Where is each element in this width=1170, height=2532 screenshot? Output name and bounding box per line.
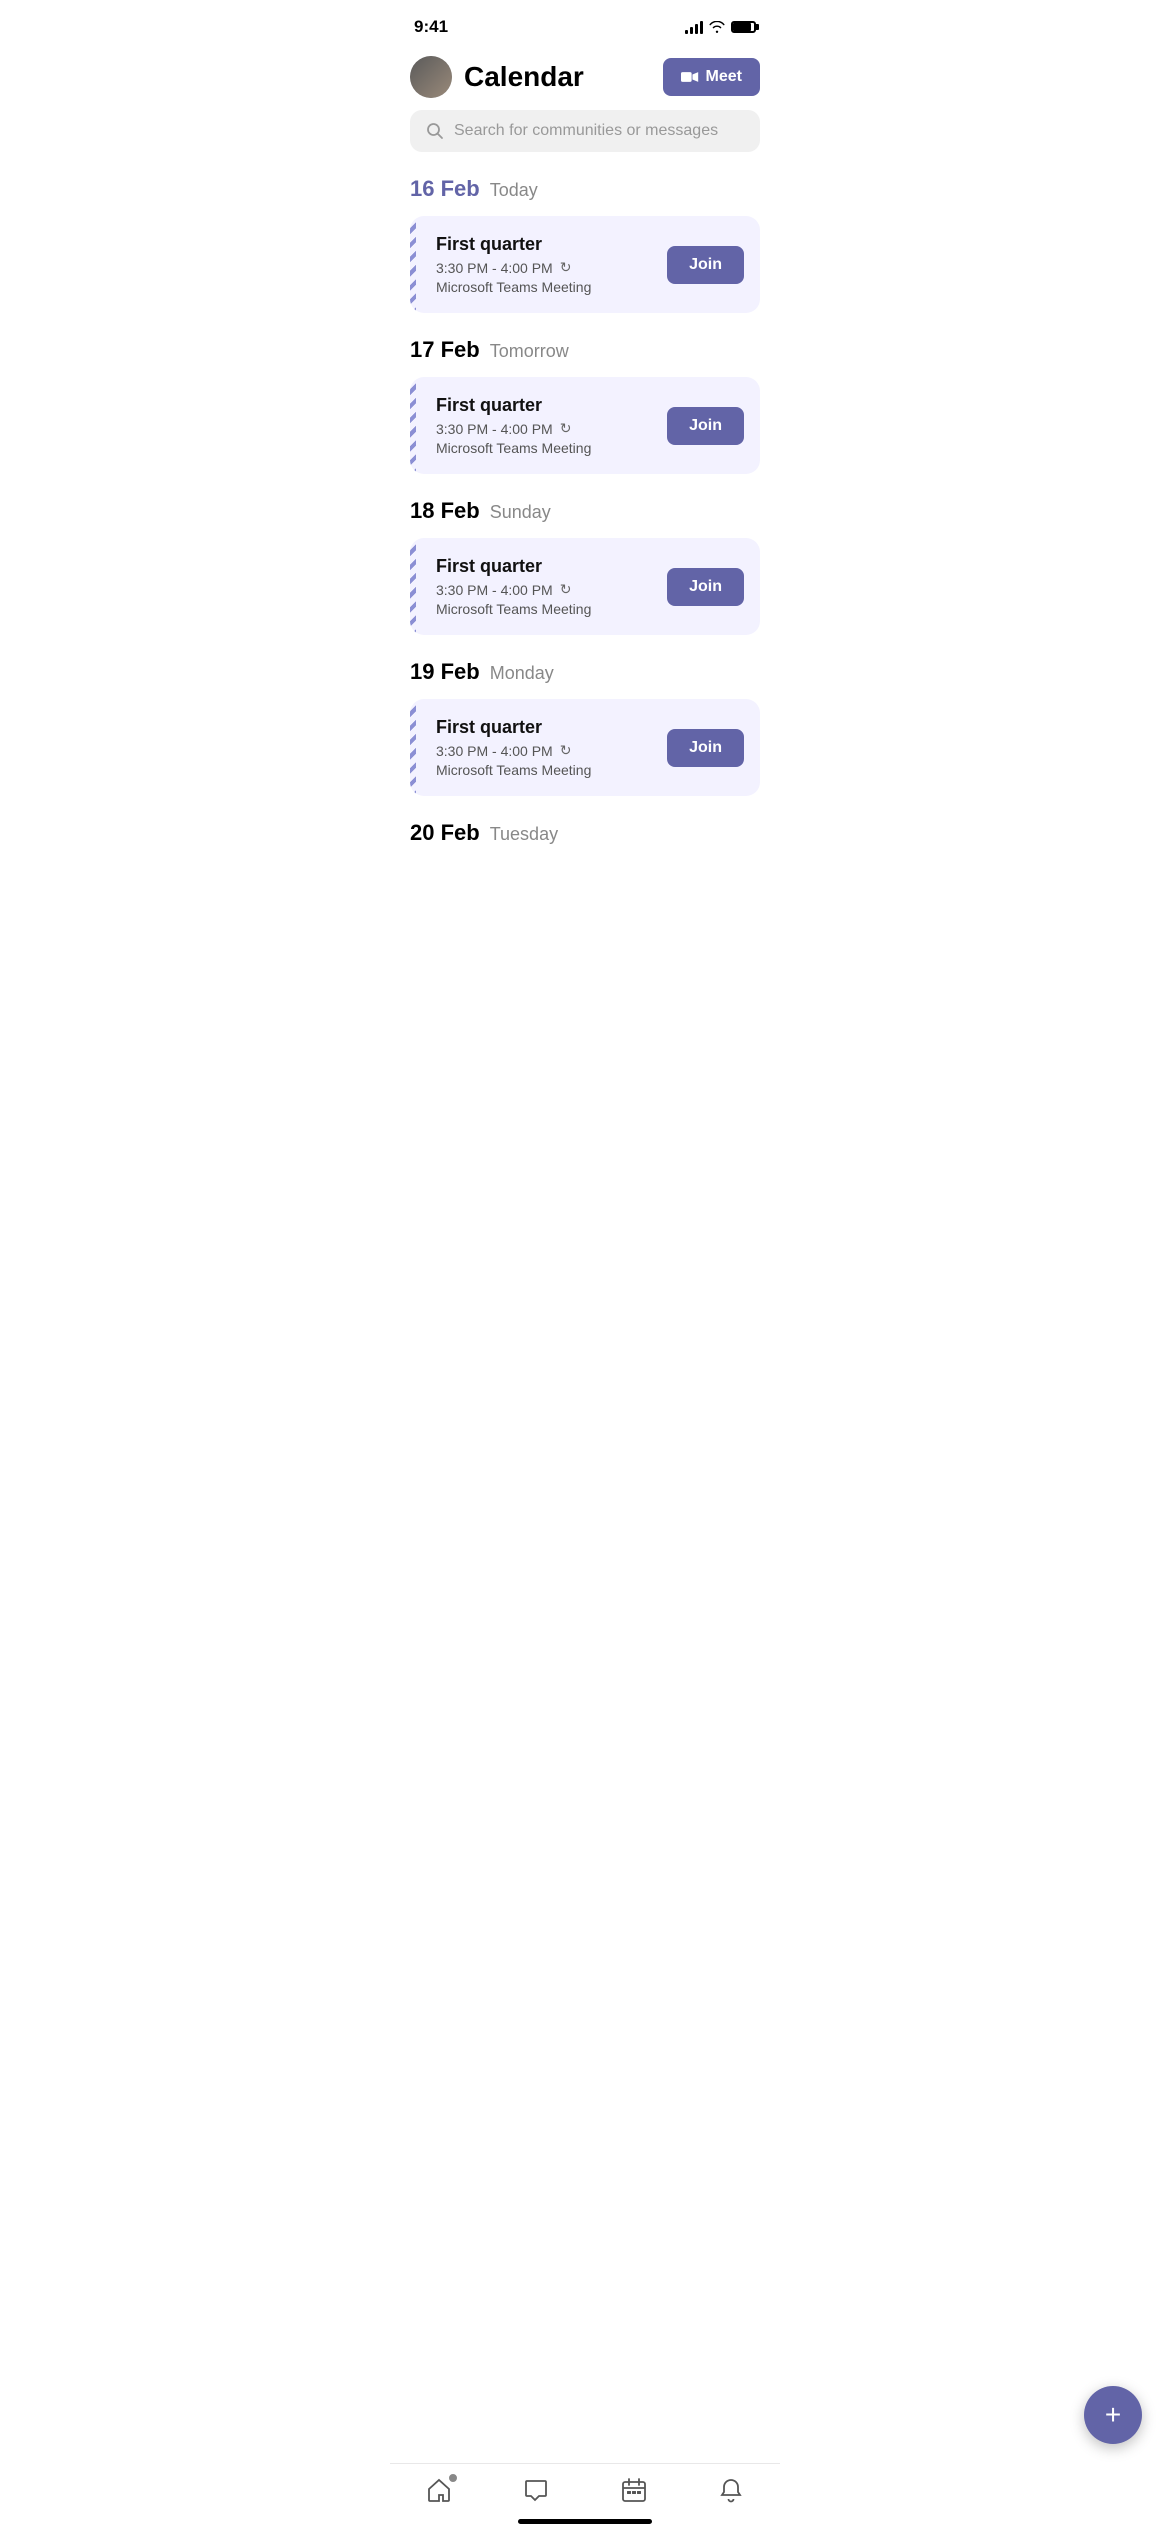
home-icon xyxy=(425,2476,453,2504)
calendar-content: 16 Feb Today First quarter 3:30 PM - 4:0… xyxy=(390,172,780,980)
date-feb17: 17 Feb xyxy=(410,337,480,363)
event-info-feb18: First quarter 3:30 PM - 4:00 PM ↻ Micros… xyxy=(422,556,667,617)
date-header-feb18: 18 Feb Sunday xyxy=(410,498,760,524)
date-feb18: 18 Feb xyxy=(410,498,480,524)
nav-chat[interactable] xyxy=(522,2476,550,2504)
date-label-feb19: Monday xyxy=(490,663,554,684)
event-title-feb16: First quarter xyxy=(436,234,667,255)
date-header-feb17: 17 Feb Tomorrow xyxy=(410,337,760,363)
nav-home[interactable] xyxy=(425,2476,453,2504)
event-info-feb19: First quarter 3:30 PM - 4:00 PM ↻ Micros… xyxy=(422,717,667,778)
event-card-feb19[interactable]: First quarter 3:30 PM - 4:00 PM ↻ Micros… xyxy=(410,699,760,796)
event-card-feb18[interactable]: First quarter 3:30 PM - 4:00 PM ↻ Micros… xyxy=(410,538,760,635)
page-title: Calendar xyxy=(464,61,584,93)
event-type-feb18: Microsoft Teams Meeting xyxy=(436,601,667,617)
calendar-icon xyxy=(620,2476,648,2504)
battery-icon xyxy=(731,21,756,33)
event-stripe-feb19 xyxy=(410,699,416,796)
event-card-feb17[interactable]: First quarter 3:30 PM - 4:00 PM ↻ Micros… xyxy=(410,377,760,474)
event-stripe-feb18 xyxy=(410,538,416,635)
header: Calendar Meet xyxy=(390,48,780,110)
home-badge xyxy=(447,2472,459,2484)
event-time-feb16: 3:30 PM - 4:00 PM xyxy=(436,260,553,276)
date-header-feb20: 20 Feb Tuesday xyxy=(410,820,760,846)
meet-button[interactable]: Meet xyxy=(663,58,760,96)
event-time-row-feb17: 3:30 PM - 4:00 PM ↻ xyxy=(436,420,667,437)
date-label-feb17: Tomorrow xyxy=(490,341,569,362)
signal-icon xyxy=(685,20,703,34)
search-icon xyxy=(426,122,444,140)
fab-plus-icon: + xyxy=(1105,2401,1121,2429)
date-header-feb16: 16 Feb Today xyxy=(410,176,760,202)
join-button-feb16[interactable]: Join xyxy=(667,246,744,284)
event-card-feb16[interactable]: First quarter 3:30 PM - 4:00 PM ↻ Micros… xyxy=(410,216,760,313)
nav-notifications[interactable] xyxy=(717,2476,745,2504)
date-feb16: 16 Feb xyxy=(410,176,480,202)
status-icons xyxy=(685,20,756,34)
recur-icon-feb18: ↻ xyxy=(560,581,572,598)
avatar[interactable] xyxy=(410,56,452,98)
event-type-feb16: Microsoft Teams Meeting xyxy=(436,279,667,295)
event-time-feb18: 3:30 PM - 4:00 PM xyxy=(436,582,553,598)
event-time-row-feb19: 3:30 PM - 4:00 PM ↻ xyxy=(436,742,667,759)
date-header-feb19: 19 Feb Monday xyxy=(410,659,760,685)
event-info-feb17: First quarter 3:30 PM - 4:00 PM ↻ Micros… xyxy=(422,395,667,456)
chat-icon xyxy=(522,2476,550,2504)
event-time-row-feb16: 3:30 PM - 4:00 PM ↻ xyxy=(436,259,667,276)
date-label-feb18: Sunday xyxy=(490,502,551,523)
join-button-feb19[interactable]: Join xyxy=(667,729,744,767)
join-button-feb18[interactable]: Join xyxy=(667,568,744,606)
add-event-fab[interactable]: + xyxy=(1084,2386,1142,2444)
date-label-feb16: Today xyxy=(490,180,538,201)
meet-button-label: Meet xyxy=(706,68,742,86)
bell-icon xyxy=(717,2476,745,2504)
recur-icon-feb19: ↻ xyxy=(560,742,572,759)
date-label-feb20: Tuesday xyxy=(490,824,558,845)
event-title-feb19: First quarter xyxy=(436,717,667,738)
recur-icon-feb17: ↻ xyxy=(560,420,572,437)
search-input-placeholder: Search for communities or messages xyxy=(454,122,718,140)
nav-calendar[interactable] xyxy=(620,2476,648,2504)
video-icon xyxy=(681,71,699,83)
event-time-row-feb18: 3:30 PM - 4:00 PM ↻ xyxy=(436,581,667,598)
event-info: First quarter 3:30 PM - 4:00 PM ↻ Micros… xyxy=(422,234,667,295)
status-time: 9:41 xyxy=(414,17,448,37)
header-left: Calendar xyxy=(410,56,584,98)
wifi-icon xyxy=(709,21,725,33)
date-feb20: 20 Feb xyxy=(410,820,480,846)
date-feb19: 19 Feb xyxy=(410,659,480,685)
event-type-feb17: Microsoft Teams Meeting xyxy=(436,440,667,456)
event-time-feb19: 3:30 PM - 4:00 PM xyxy=(436,743,553,759)
event-stripe xyxy=(410,216,416,313)
event-type-feb19: Microsoft Teams Meeting xyxy=(436,762,667,778)
status-bar: 9:41 xyxy=(390,0,780,48)
search-bar[interactable]: Search for communities or messages xyxy=(410,110,760,152)
event-title-feb18: First quarter xyxy=(436,556,667,577)
join-button-feb17[interactable]: Join xyxy=(667,407,744,445)
recur-icon-feb16: ↻ xyxy=(560,259,572,276)
home-indicator xyxy=(518,2519,652,2524)
event-stripe-feb17 xyxy=(410,377,416,474)
event-time-feb17: 3:30 PM - 4:00 PM xyxy=(436,421,553,437)
event-title-feb17: First quarter xyxy=(436,395,667,416)
search-container: Search for communities or messages xyxy=(390,110,780,172)
